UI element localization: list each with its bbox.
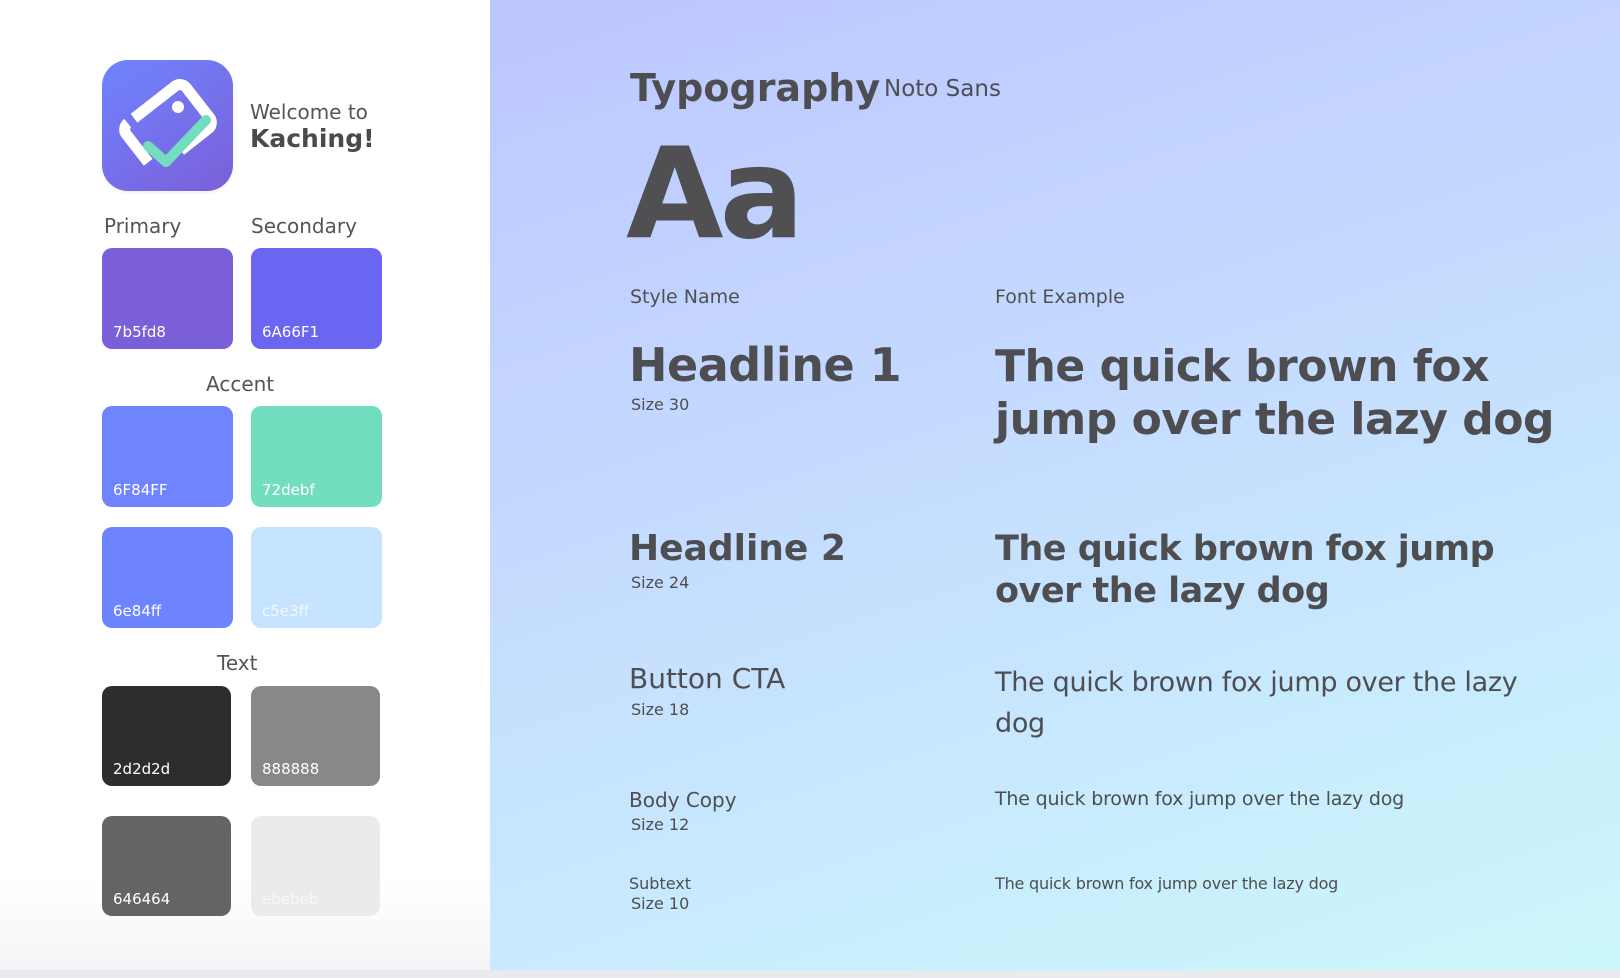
swatch-code: 7b5fd8 xyxy=(113,323,166,341)
style-size-button-cta: Size 18 xyxy=(631,700,690,719)
style-name-button-cta: Button CTA xyxy=(629,662,786,695)
swatch-code: 6A66F1 xyxy=(262,323,320,341)
font-name: Noto Sans xyxy=(884,76,1001,102)
typography-title: Typography xyxy=(630,66,881,110)
text-label: Text xyxy=(217,651,258,675)
style-name-headline-2: Headline 2 xyxy=(629,528,846,569)
text-swatch: 888888 xyxy=(251,686,380,786)
style-name-subtext: Subtext xyxy=(629,874,692,893)
example-body-copy: The quick brown fox jump over the lazy d… xyxy=(995,788,1405,810)
accent-swatch: 6e84ff xyxy=(102,527,233,628)
style-size-headline-1: Size 30 xyxy=(631,395,690,414)
style-guide-canvas: Welcome to Kaching! Primary Secondary 7b… xyxy=(0,0,1620,978)
secondary-label: Secondary xyxy=(251,214,357,238)
bottom-edge xyxy=(0,970,1620,978)
font-example-header: Font Example xyxy=(995,286,1125,308)
secondary-swatch: 6A66F1 xyxy=(251,248,382,349)
swatch-code: 6F84FF xyxy=(113,481,168,499)
app-logo-icon xyxy=(102,60,233,191)
swatch-code: 72debf xyxy=(262,481,315,499)
example-subtext: The quick brown fox jump over the lazy d… xyxy=(995,874,1339,893)
color-panel xyxy=(0,0,490,978)
text-swatch: ebebeb xyxy=(251,816,380,916)
welcome-line: Welcome to xyxy=(250,100,368,124)
text-swatch: 2d2d2d xyxy=(102,686,231,786)
style-name-body-copy: Body Copy xyxy=(629,788,737,812)
example-headline-2: The quick brown fox jump over the lazy d… xyxy=(995,529,1495,611)
welcome-text: Welcome to Kaching! xyxy=(250,100,375,154)
swatch-code: ebebeb xyxy=(262,890,319,908)
accent-swatch: c5e3ff xyxy=(251,527,382,628)
style-size-subtext: Size 10 xyxy=(631,894,690,913)
app-name: Kaching! xyxy=(250,124,375,153)
accent-label: Accent xyxy=(206,372,275,396)
swatch-code: 6e84ff xyxy=(113,602,162,620)
swatch-code: c5e3ff xyxy=(262,602,309,620)
example-button-cta: The quick brown fox jump over the lazy d… xyxy=(995,667,1518,739)
style-size-body-copy: Size 12 xyxy=(631,815,690,834)
primary-label: Primary xyxy=(104,214,182,238)
accent-swatch: 6F84FF xyxy=(102,406,233,507)
style-name-headline-1: Headline 1 xyxy=(629,338,902,392)
style-size-headline-2: Size 24 xyxy=(631,573,690,592)
example-headline-1: The quick brown fox jump over the lazy d… xyxy=(995,341,1554,445)
accent-swatch: 72debf xyxy=(251,406,382,507)
swatch-code: 888888 xyxy=(262,760,320,778)
swatch-code: 2d2d2d xyxy=(113,760,171,778)
swatch-code: 646464 xyxy=(113,890,171,908)
primary-swatch: 7b5fd8 xyxy=(102,248,233,349)
font-sample-glyphs: Aa xyxy=(626,120,805,267)
text-swatch: 646464 xyxy=(102,816,231,916)
style-name-header: Style Name xyxy=(630,286,740,308)
